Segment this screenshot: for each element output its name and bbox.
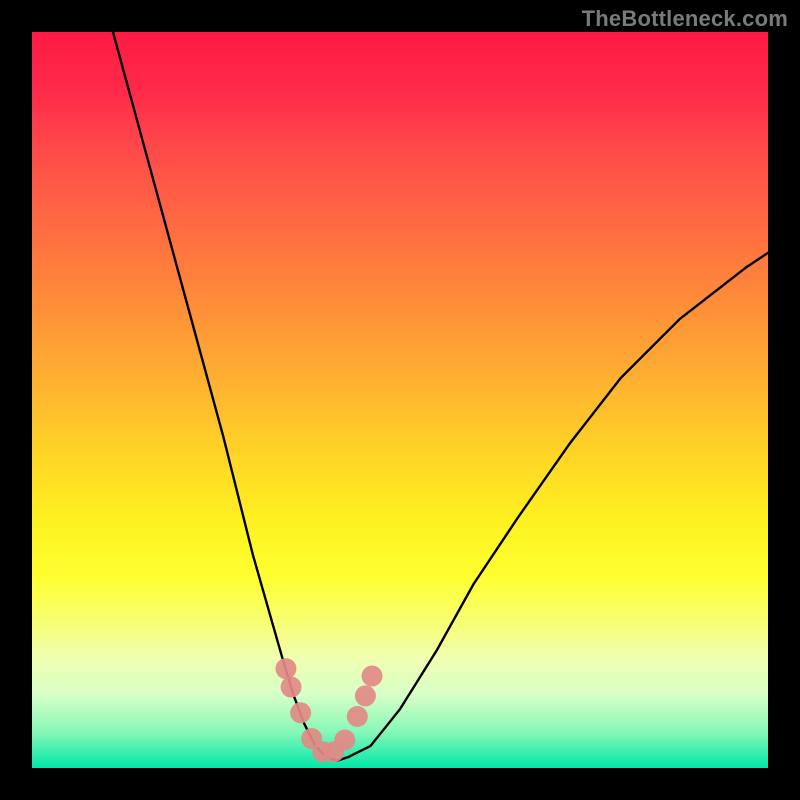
curve-point-marker bbox=[347, 706, 368, 727]
curve-point-marker bbox=[355, 685, 376, 706]
bottleneck-curve bbox=[113, 32, 768, 761]
chart-frame: TheBottleneck.com bbox=[0, 0, 800, 800]
curve-point-marker bbox=[334, 730, 355, 751]
curve-point-marker bbox=[362, 666, 383, 687]
attribution-text: TheBottleneck.com bbox=[582, 6, 788, 32]
curve-point-marker bbox=[290, 702, 311, 723]
chart-svg bbox=[32, 32, 768, 768]
curve-point-marker bbox=[281, 677, 302, 698]
plot-area bbox=[32, 32, 768, 768]
curve-point-marker bbox=[275, 658, 296, 679]
